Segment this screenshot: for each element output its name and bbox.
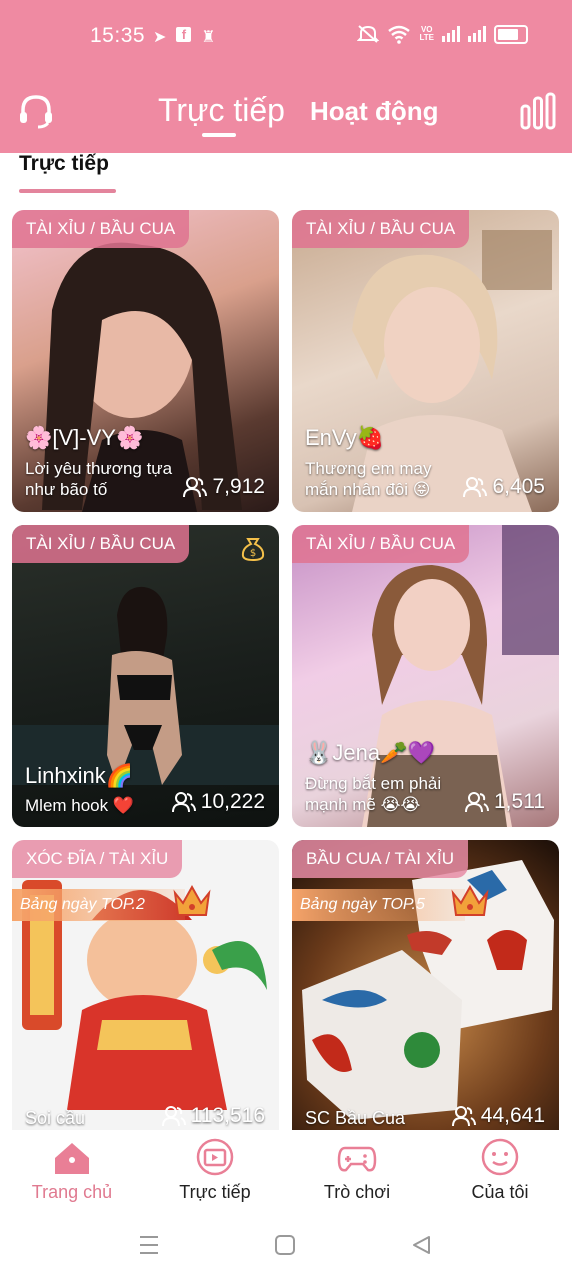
daily-rank-badge: Bảng ngày TOP.5: [292, 889, 465, 921]
god-of-wealth-illustration: [22, 880, 267, 1110]
money-bag-icon: $: [241, 538, 265, 561]
viewer-count: 7,912: [183, 475, 265, 499]
top-nav: Trực tiếp Hoạt động: [0, 75, 572, 145]
viewer-count: 6,405: [463, 475, 545, 499]
telegram-icon: ➤: [153, 29, 167, 46]
stream-card[interactable]: TÀI XỈU / BẦU CUA $ Linhxink🌈 Mlem hook …: [12, 525, 279, 827]
tab-home[interactable]: Trang chủ: [2, 1130, 142, 1210]
system-navigation-bar: [0, 1210, 572, 1280]
app-header: 15:35 ➤ f ♜ VO LTE Trực tiếp Hoạt động: [0, 0, 572, 153]
stream-card[interactable]: XÓC ĐĨA / TÀI XỈU Bảng ngày TOP.2 Soi cầ…: [12, 840, 279, 1130]
signal-icon-2: [468, 26, 486, 42]
crown-icon: [451, 884, 489, 916]
wifi-icon: [388, 25, 411, 44]
game-tag: BẦU CUA / TÀI XỈU: [292, 840, 469, 878]
viewers-icon: [451, 1106, 476, 1127]
crown-icon: [173, 884, 211, 916]
viewer-count: 113,516: [161, 1104, 265, 1128]
streamer-name: EnVy🍓: [305, 425, 385, 450]
viewer-count: 10,222: [171, 790, 265, 814]
facebook-icon: f: [176, 27, 192, 42]
profile-face-icon: [481, 1138, 519, 1176]
stream-description: Thương em may mắn nhân đôi 😝: [305, 459, 432, 499]
stream-card[interactable]: TÀI XỈU / BẦU CUA EnVy🍓 Thương em may mắ…: [292, 210, 559, 512]
recent-apps-icon[interactable]: [138, 1234, 160, 1256]
game-tag: TÀI XỈU / BẦU CUA: [292, 210, 470, 248]
status-time: 15:35: [90, 24, 146, 47]
status-bar: 15:35 ➤ f ♜ VO LTE: [0, 0, 572, 70]
game-tag: XÓC ĐĨA / TÀI XỈU: [12, 840, 183, 878]
stream-card[interactable]: TÀI XỈU / BẦU CUA 🐰Jena🥕💜 Đừng bắt em ph…: [292, 525, 559, 827]
viewers-icon: [171, 792, 196, 813]
headset-support-icon[interactable]: [17, 93, 55, 129]
home-icon: [55, 1143, 89, 1174]
tab-live-stream[interactable]: Trực tiếp: [145, 1130, 285, 1210]
bau-cua-dice-illustration: [302, 860, 554, 1120]
game-tag: TÀI XỈU / BẦU CUA: [12, 525, 190, 563]
back-icon[interactable]: [410, 1234, 432, 1256]
battery-icon: [494, 24, 528, 44]
volte-indicator: VO LTE: [419, 25, 434, 42]
viewers-icon: [161, 1106, 186, 1127]
tab-active-indicator: [202, 133, 236, 137]
streamer-name: SC Bầu Cua: [305, 1108, 406, 1128]
tab-profile[interactable]: Của tôi: [430, 1130, 570, 1210]
game-tag: TÀI XỈU / BẦU CUA: [12, 210, 190, 248]
streamer-name: Soi cầu: [25, 1108, 86, 1128]
bottom-tab-bar: Trang chủ Trực tiếp Trò chơi Của tôi: [0, 1130, 572, 1210]
live-tv-icon: [196, 1138, 234, 1176]
signal-icon: [442, 26, 460, 42]
stream-description: Mlem hook ❤️: [25, 796, 135, 815]
stream-description: Lời yêu thương tựa như bão tố: [25, 459, 173, 499]
daily-rank-badge: Bảng ngày TOP.2: [12, 889, 185, 921]
viewers-icon: [463, 477, 488, 498]
tab-games[interactable]: Trò chơi: [287, 1130, 427, 1210]
game-tag: TÀI XỈU / BẦU CUA: [292, 525, 470, 563]
stream-card[interactable]: BẦU CUA / TÀI XỈU Bảng ngày TOP.5 SC Bầu…: [292, 840, 559, 1130]
viewers-icon: [183, 477, 208, 498]
streamer-name: Linhxink🌈: [25, 763, 134, 788]
svg-text:$: $: [250, 548, 256, 559]
stream-card[interactable]: TÀI XỈU / BẦU CUA 🌸[V]-VY🌸 Lời yêu thươn…: [12, 210, 279, 512]
streamer-name: 🐰Jena🥕💜: [305, 740, 435, 765]
viewer-count: 44,641: [451, 1104, 545, 1128]
mute-icon: [357, 25, 380, 43]
gamepad-icon: [337, 1146, 377, 1172]
streamer-name: 🌸[V]-VY🌸: [25, 425, 144, 450]
tab-activity[interactable]: Hoạt động: [310, 96, 439, 127]
section-underline: [19, 189, 116, 193]
section-title: Trực tiếp: [19, 152, 109, 175]
stream-description: Đừng bắt em phải mạnh mẽ 😭😭: [305, 774, 442, 814]
ranking-icon[interactable]: [520, 92, 556, 130]
tab-live[interactable]: Trực tiếp: [158, 92, 285, 129]
home-button-icon[interactable]: [274, 1234, 296, 1256]
viewers-icon: [465, 792, 489, 813]
viewer-count: 1,511: [465, 790, 545, 814]
keyhole-icon: ♜: [201, 29, 216, 46]
